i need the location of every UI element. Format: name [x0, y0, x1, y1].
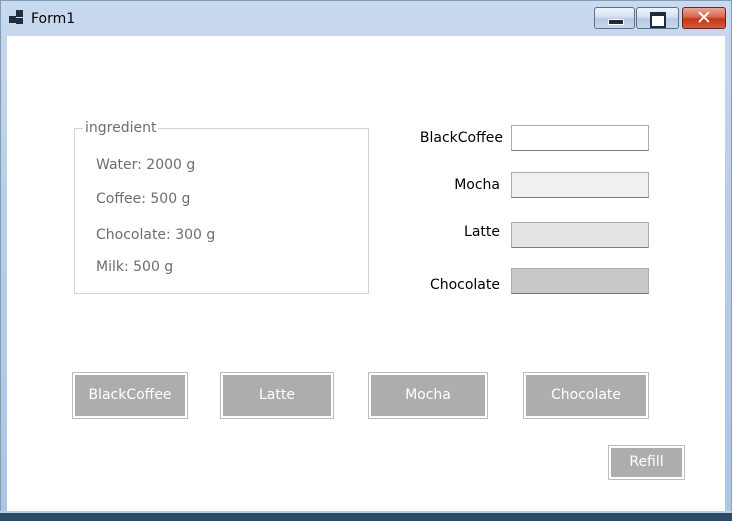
refill-button[interactable]: Refill	[608, 445, 685, 480]
app-icon	[9, 10, 25, 26]
chocolate-field[interactable]	[511, 268, 649, 294]
chocolate-button[interactable]: Chocolate	[523, 372, 649, 419]
close-icon: ✕	[696, 7, 712, 29]
blackcoffee-field-label: BlackCoffee	[419, 130, 503, 146]
water-label: Water: 2000 g	[96, 157, 196, 173]
window-title: Form1	[31, 11, 76, 27]
taskbar-edge	[0, 513, 732, 521]
latte-field-label: Latte	[464, 224, 500, 240]
maximize-button[interactable]	[636, 7, 679, 29]
chocolate-label: Chocolate: 300 g	[96, 227, 216, 243]
blackcoffee-field[interactable]	[511, 125, 649, 151]
minimize-icon	[608, 19, 624, 25]
groupbox-title: ingredient	[83, 120, 159, 136]
latte-field[interactable]	[511, 222, 649, 248]
milk-label: Milk: 500 g	[96, 259, 174, 275]
latte-button[interactable]: Latte	[220, 372, 334, 419]
coffee-label: Coffee: 500 g	[96, 191, 191, 207]
blackcoffee-button[interactable]: BlackCoffee	[72, 372, 188, 419]
mocha-button[interactable]: Mocha	[368, 372, 488, 419]
close-button[interactable]: ✕	[682, 7, 726, 29]
mocha-field[interactable]	[511, 172, 649, 198]
mocha-field-label: Mocha	[454, 177, 500, 193]
title-bar[interactable]: Form1 ✕	[0, 0, 732, 36]
chocolate-field-label: Chocolate	[429, 277, 500, 293]
minimize-button[interactable]	[594, 7, 635, 29]
maximize-icon	[650, 12, 666, 28]
